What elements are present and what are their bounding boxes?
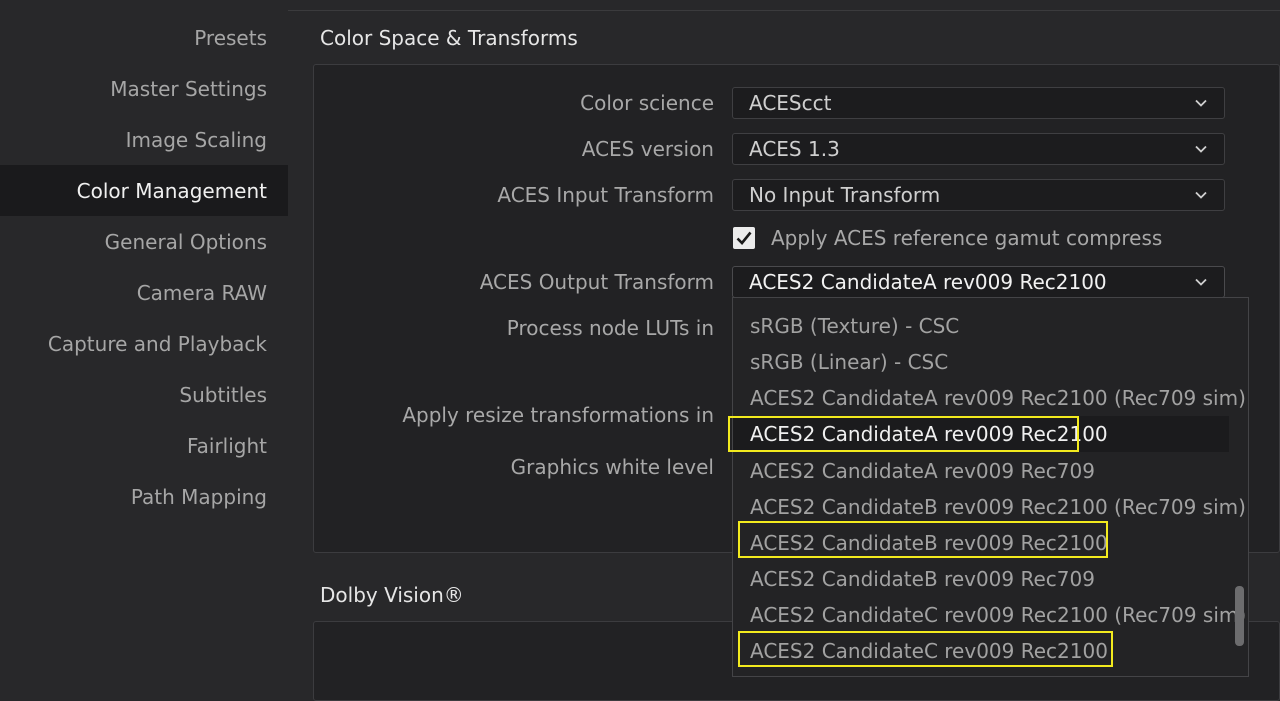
sidebar-item-capture-playback[interactable]: Capture and Playback (0, 318, 288, 369)
color-science-value: ACEScct (749, 91, 832, 115)
dropdown-option[interactable]: ACES2 CandidateA rev009 Rec2100 (Rec709 … (733, 380, 1246, 416)
dropdown-option[interactable]: sRGB (Linear) - CSC (733, 344, 1229, 380)
aces-version-select[interactable]: ACES 1.3 (732, 133, 1225, 165)
aces-version-label: ACES version (581, 137, 714, 161)
dropdown-option-label: ACES2 CandidateB rev009 Rec709 (750, 567, 1095, 591)
top-divider (288, 10, 1280, 11)
dropdown-option-label: ACES2 CandidateB rev009 Rec2100 (Rec709 … (750, 495, 1246, 519)
sidebar-item-label: Master Settings (110, 76, 267, 101)
dropdown-option[interactable]: ACES2 CandidateB rev009 Rec709 (733, 561, 1229, 597)
gamut-compress-label: Apply ACES reference gamut compress (771, 226, 1163, 250)
color-science-select[interactable]: ACEScct (732, 87, 1225, 119)
resize-transform-label: Apply resize transformations in (402, 403, 714, 427)
sidebar-item-general-options[interactable]: General Options (0, 216, 288, 267)
dropdown-option-label: ACES2 CandidateA rev009 Rec709 (750, 459, 1095, 483)
color-science-label: Color science (580, 91, 714, 115)
sidebar-item-color-management[interactable]: Color Management (0, 165, 288, 216)
dropdown-option-label: sRGB (Linear) - CSC (750, 350, 949, 374)
dropdown-option[interactable]: ACES2 CandidateC rev009 Rec2100 (Rec709 … (733, 597, 1246, 633)
section-title-color-space: Color Space & Transforms (320, 26, 578, 50)
settings-sidebar: Presets Master Settings Image Scaling Co… (0, 0, 288, 685)
output-transform-value: ACES2 CandidateA rev009 Rec2100 (749, 270, 1107, 294)
sidebar-item-label: Path Mapping (130, 484, 267, 509)
sidebar-item-path-mapping[interactable]: Path Mapping (0, 471, 288, 522)
dropdown-option-label: ACES2 CandidateC rev009 Rec2100 (Rec709 … (750, 603, 1247, 627)
graphics-white-label: Graphics white level (510, 455, 714, 479)
sidebar-item-label: Presets (194, 25, 267, 50)
dropdown-option-selected[interactable]: ACES2 CandidateA rev009 Rec2100 (733, 416, 1229, 452)
output-transform-dropdown: sRGB (Texture) - CSC sRGB (Linear) - CSC… (732, 297, 1249, 677)
sidebar-item-label: Camera RAW (136, 280, 267, 305)
input-transform-label: ACES Input Transform (497, 183, 714, 207)
section-title-dolby-vision: Dolby Vision® (320, 583, 464, 607)
dropdown-option[interactable]: ACES2 CandidateB rev009 Rec2100 (Rec709 … (733, 489, 1246, 525)
chevron-down-icon (1195, 191, 1207, 199)
sidebar-item-label: Subtitles (179, 382, 267, 407)
dropdown-option-label: ACES2 CandidateC rev009 Rec2100 (750, 639, 1108, 663)
sidebar-item-label: Capture and Playback (47, 331, 267, 356)
dropdown-option[interactable]: sRGB (Texture) - CSC (733, 308, 1229, 344)
process-luts-label: Process node LUTs in (506, 316, 714, 340)
sidebar-item-label: General Options (104, 229, 267, 254)
dropdown-option-label: ACES2 CandidateA rev009 Rec2100 (750, 422, 1108, 446)
sidebar-item-label: Color Management (76, 178, 267, 203)
output-transform-select[interactable]: ACES2 CandidateA rev009 Rec2100 (732, 266, 1225, 298)
sidebar-item-master-settings[interactable]: Master Settings (0, 63, 288, 114)
sidebar-item-camera-raw[interactable]: Camera RAW (0, 267, 288, 318)
sidebar-item-label: Image Scaling (125, 127, 267, 152)
dropdown-scrollbar[interactable] (1235, 586, 1244, 646)
sidebar-item-subtitles[interactable]: Subtitles (0, 369, 288, 420)
sidebar-item-image-scaling[interactable]: Image Scaling (0, 114, 288, 165)
dropdown-option[interactable]: ACES2 CandidateC rev009 Rec2100 (733, 633, 1229, 669)
check-icon (736, 231, 752, 245)
output-transform-label: ACES Output Transform (479, 270, 714, 294)
sidebar-item-fairlight[interactable]: Fairlight (0, 420, 288, 471)
sidebar-item-presets[interactable]: Presets (0, 12, 288, 63)
input-transform-value: No Input Transform (749, 183, 941, 207)
chevron-down-icon (1195, 278, 1207, 286)
dropdown-option[interactable]: ACES2 CandidateB rev009 Rec2100 (733, 525, 1229, 561)
gamut-compress-checkbox[interactable] (733, 227, 755, 249)
dropdown-option-label: sRGB (Texture) - CSC (750, 314, 960, 338)
chevron-down-icon (1195, 99, 1207, 107)
dropdown-option-label: ACES2 CandidateA rev009 Rec2100 (Rec709 … (750, 386, 1246, 410)
dropdown-option[interactable]: ACES2 CandidateA rev009 Rec709 (733, 453, 1229, 489)
dropdown-option-label: ACES2 CandidateB rev009 Rec2100 (750, 531, 1108, 555)
input-transform-select[interactable]: No Input Transform (732, 179, 1225, 211)
sidebar-item-label: Fairlight (186, 433, 267, 458)
chevron-down-icon (1195, 145, 1207, 153)
aces-version-value: ACES 1.3 (749, 137, 840, 161)
